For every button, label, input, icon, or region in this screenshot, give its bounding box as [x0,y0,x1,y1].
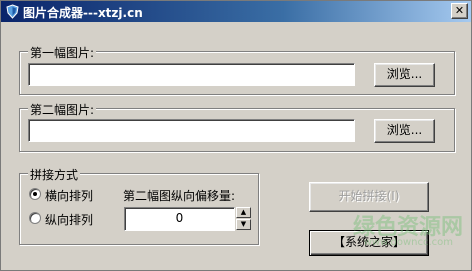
watermark-url: www.downcc.com [363,237,453,248]
app-window: 图片合成器---xtzj.cn ✕ 第一幅图片: 浏览... 第二幅图片: 浏览… [0,0,472,271]
image1-browse-button[interactable]: 浏览... [374,63,435,87]
radio-horizontal[interactable]: 横向排列 [29,187,109,203]
close-icon: ✕ [454,4,465,17]
radio-horizontal-indicator[interactable] [29,188,41,200]
offset-label: 第二幅图纵向偏移量: [123,189,236,203]
close-button[interactable]: ✕ [451,3,468,19]
image2-path-input[interactable] [28,119,355,142]
image2-group-label: 第二幅图片: [28,101,97,118]
offset-input[interactable]: 0 [124,207,235,231]
image1-group-label: 第一幅图片: [28,44,97,61]
title-bar[interactable]: 图片合成器---xtzj.cn ✕ [1,1,471,22]
spin-up-button[interactable]: ▲ [236,207,251,218]
radio-vertical-indicator[interactable] [29,212,41,224]
window-title: 图片合成器---xtzj.cn [23,6,143,20]
radio-horizontal-label: 横向排列 [45,189,94,203]
radio-vertical[interactable]: 纵向排列 [29,211,109,227]
shield-icon [6,4,19,19]
image1-path-input[interactable] [28,63,355,86]
image2-browse-button[interactable]: 浏览... [374,119,435,143]
spin-down-button[interactable]: ▼ [236,219,251,230]
join-mode-group-label: 拼接方式 [28,166,81,183]
spin-up-icon: ▲ [240,208,247,216]
start-join-button[interactable]: 开始拼接(I) [309,182,429,212]
radio-vertical-label: 纵向排列 [45,213,94,227]
spin-down-icon: ▼ [240,220,247,228]
